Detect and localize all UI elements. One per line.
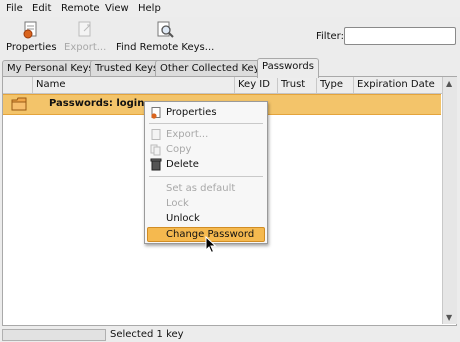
column-header-name[interactable]: Name (32, 77, 235, 93)
vertical-scrollbar[interactable]: ▲ ▼ (442, 77, 457, 324)
tab-label: Trusted Keys (95, 63, 159, 74)
column-header-type[interactable]: Type (316, 77, 353, 93)
menu-separator (149, 176, 263, 177)
tab-label: Passwords (262, 61, 314, 72)
export-button[interactable]: Export... (64, 21, 106, 53)
menu-item-export[interactable]: Export... (147, 127, 265, 142)
scroll-down-icon[interactable]: ▼ (446, 313, 452, 322)
menu-item-copy[interactable]: Copy (147, 142, 265, 157)
menu-item-label: Export... (166, 129, 209, 140)
export-icon (78, 21, 91, 37)
scroll-up-icon[interactable]: ▲ (446, 79, 452, 88)
column-header-trust[interactable]: Trust (277, 77, 316, 93)
menu-help[interactable]: Help (138, 2, 161, 15)
status-text: Selected 1 key (110, 329, 184, 340)
find-remote-keys-icon (157, 21, 174, 38)
context-menu: Properties Export... Copy Delete Set as … (144, 101, 268, 244)
export-icon (151, 129, 161, 140)
tab-label: My Personal Keys (7, 63, 94, 74)
mouse-pointer-icon (205, 236, 217, 254)
copy-icon (150, 144, 161, 156)
progress-bar (2, 329, 106, 341)
toolbar: Properties Export... Find Remote Keys...… (0, 17, 460, 55)
folder-icon (11, 97, 27, 111)
filter-input[interactable] (344, 27, 456, 45)
column-header-expiration[interactable]: Expiration Date (353, 77, 442, 93)
row-name: Passwords: login (49, 98, 145, 109)
menu-item-label: Unlock (166, 213, 200, 224)
table-header: Name Key ID Trust Type Expiration Date (3, 77, 444, 94)
filter-label: Filter: (316, 31, 344, 42)
column-header-key-id[interactable]: Key ID (234, 77, 277, 93)
menu-item-unlock[interactable]: Unlock (147, 211, 265, 226)
menu-item-set-as-default[interactable]: Set as default (147, 181, 265, 196)
properties-icon (23, 21, 37, 39)
menu-view[interactable]: View (105, 2, 129, 15)
trash-icon (150, 158, 162, 171)
menu-item-label: Lock (166, 198, 189, 209)
tab-label: Other Collected Keys (160, 63, 265, 74)
find-remote-keys-label: Find Remote Keys... (116, 42, 215, 53)
menu-item-delete[interactable]: Delete (147, 157, 265, 172)
properties-icon (151, 107, 161, 119)
find-remote-keys-button[interactable]: Find Remote Keys... (116, 21, 214, 53)
menu-item-properties[interactable]: Properties (147, 105, 265, 120)
tab-trusted-keys[interactable]: Trusted Keys (90, 60, 164, 77)
export-label: Export... (64, 42, 107, 53)
properties-button[interactable]: Properties (6, 21, 57, 53)
menu-file[interactable]: File (6, 2, 23, 15)
menu-edit[interactable]: Edit (32, 2, 51, 15)
menu-item-label: Properties (166, 107, 217, 118)
menu-item-label: Delete (166, 159, 199, 170)
menu-item-label: Copy (166, 144, 192, 155)
menu-item-lock[interactable]: Lock (147, 196, 265, 211)
tab-other-collected-keys[interactable]: Other Collected Keys (155, 60, 270, 77)
tab-my-personal-keys[interactable]: My Personal Keys (2, 60, 99, 77)
properties-label: Properties (6, 42, 57, 53)
menu-separator (149, 123, 263, 124)
column-header-icon[interactable] (3, 77, 34, 93)
tab-passwords[interactable]: Passwords (257, 58, 319, 78)
menu-remote[interactable]: Remote (61, 2, 100, 15)
menubar: File Edit Remote View Help (0, 0, 460, 17)
menu-item-label: Set as default (166, 183, 236, 194)
